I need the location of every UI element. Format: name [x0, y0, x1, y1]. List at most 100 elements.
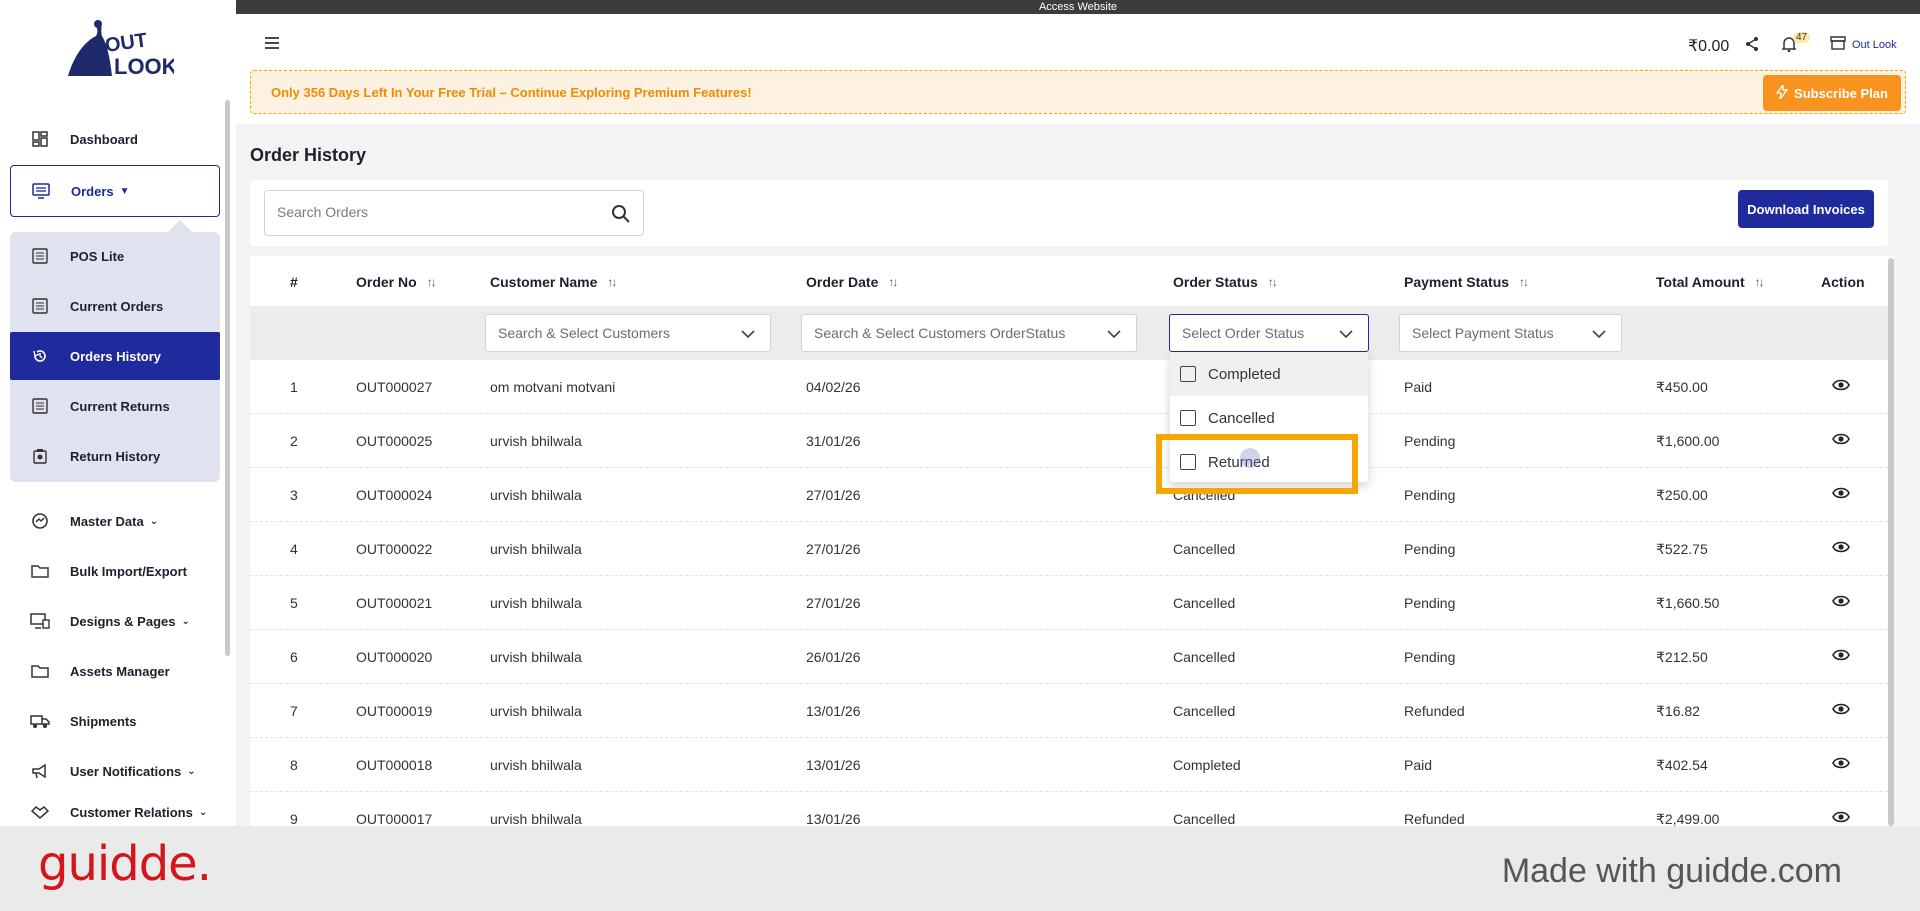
- sort-icon[interactable]: ↑↓: [427, 275, 437, 289]
- order-status-select[interactable]: Select Order Status: [1169, 314, 1369, 352]
- table-row[interactable]: 3 OUT000024 urvish bhilwala 27/01/26 Cancell…: [250, 468, 1888, 522]
- sort-icon[interactable]: ↑↓: [1268, 275, 1278, 289]
- table-row[interactable]: 9 OUT000017 urvish bhilwala 13/01/26 Cancell…: [250, 792, 1888, 826]
- sidebar-item-assets-manager[interactable]: Assets Manager: [10, 647, 220, 695]
- column-label: Customer Name: [490, 274, 598, 290]
- view-eye-icon[interactable]: [1832, 648, 1850, 665]
- view-eye-icon[interactable]: [1832, 540, 1850, 557]
- table-row[interactable]: 2 OUT000025 urvish bhilwala 31/01/26 Pending…: [250, 414, 1888, 468]
- chevron-down-icon: ⌄: [149, 515, 159, 527]
- view-eye-icon[interactable]: [1832, 756, 1850, 773]
- cell-n: 2: [290, 433, 298, 449]
- view-eye-icon[interactable]: [1832, 810, 1850, 826]
- column-header-order-no[interactable]: Order No ↑↓: [356, 274, 437, 290]
- cell-n: 9: [290, 811, 298, 826]
- sidebar-item-label: User Notifications: [70, 763, 182, 779]
- table-row[interactable]: 7 OUT000019 urvish bhilwala 13/01/26 Cancell…: [250, 684, 1888, 738]
- cell-order-no: OUT000022: [356, 541, 433, 557]
- brand-logo[interactable]: OUT LOOK: [64, 16, 178, 82]
- customer-filter-select[interactable]: Search & Select Customers: [485, 314, 771, 352]
- orders-table: # Order No ↑↓ Customer Name ↑↓ Order Date ↑…: [250, 256, 1894, 826]
- view-eye-icon[interactable]: [1832, 378, 1850, 395]
- cursor-indicator: [1240, 448, 1260, 468]
- sidebar-item-label: Orders History: [70, 348, 162, 364]
- sidebar-item-label: Return History: [70, 448, 161, 464]
- subscribe-label: Subscribe Plan: [1794, 85, 1888, 101]
- table-row[interactable]: 4 OUT000022 urvish bhilwala 27/01/26 Cancell…: [250, 522, 1888, 576]
- master-data-icon: [30, 511, 50, 531]
- option-completed[interactable]: Completed: [1170, 352, 1368, 396]
- cell-customer: urvish bhilwala: [490, 487, 582, 503]
- sort-icon[interactable]: ↑↓: [1755, 275, 1765, 289]
- cell-payment: Pending: [1404, 595, 1456, 611]
- cell-status: Completed: [1173, 757, 1241, 773]
- sidebar-item-current-returns[interactable]: Current Returns: [10, 382, 220, 430]
- sidebar-item-label: Bulk Import/Export: [70, 563, 188, 579]
- sidebar-item-return-history[interactable]: Return History: [10, 432, 220, 480]
- sidebar-item-shipments[interactable]: Shipments: [10, 697, 220, 745]
- store-icon: [1830, 36, 1846, 53]
- cell-order-no: OUT000020: [356, 649, 433, 665]
- filter-row: Search & Select Customers Search & Selec…: [250, 306, 1888, 360]
- search-box[interactable]: [264, 190, 644, 236]
- sidebar-item-master-data[interactable]: Master Data ⌄: [10, 497, 220, 545]
- hamburger-menu-icon[interactable]: [264, 36, 280, 54]
- access-website-bar[interactable]: Access Website: [236, 0, 1920, 14]
- table-row[interactable]: 5 OUT000021 urvish bhilwala 27/01/26 Cancell…: [250, 576, 1888, 630]
- cell-date: 27/01/26: [806, 595, 861, 611]
- order-status-search-select[interactable]: Search & Select Customers OrderStatus: [801, 314, 1137, 352]
- cell-date: 27/01/26: [806, 487, 861, 503]
- sidebar-item-label: Assets Manager: [70, 663, 170, 679]
- column-header-payment-status[interactable]: Payment Status ↑↓: [1404, 274, 1529, 290]
- list-icon: [30, 246, 50, 266]
- view-eye-icon[interactable]: [1832, 702, 1850, 719]
- sidebar-item-orders-history[interactable]: Orders History: [10, 332, 220, 380]
- sidebar-item-user-notifications[interactable]: User Notifications ⌄: [10, 747, 220, 795]
- view-eye-icon[interactable]: [1832, 594, 1850, 611]
- sidebar-item-customer-relations[interactable]: Customer Relations ⌄: [10, 797, 220, 827]
- sidebar-item-dashboard[interactable]: Dashboard: [10, 115, 220, 163]
- cell-customer: urvish bhilwala: [490, 433, 582, 449]
- table-row[interactable]: 8 OUT000018 urvish bhilwala 13/01/26 Complet…: [250, 738, 1888, 792]
- column-header-total-amount[interactable]: Total Amount ↑↓: [1656, 274, 1765, 290]
- download-invoices-button[interactable]: Download Invoices: [1738, 190, 1874, 228]
- sort-icon[interactable]: ↑↓: [607, 275, 617, 289]
- cell-amount: ₹402.54: [1656, 757, 1708, 773]
- sidebar-item-bulk-import-export[interactable]: Bulk Import/Export: [10, 547, 220, 595]
- column-header-order-status[interactable]: Order Status ↑↓: [1173, 274, 1278, 290]
- column-header-order-date[interactable]: Order Date ↑↓: [806, 274, 898, 290]
- table-row[interactable]: 1 OUT000027 om motvani motvani 04/02/26 Paid…: [250, 360, 1888, 414]
- access-website-link[interactable]: Access Website: [1039, 1, 1117, 13]
- subscribe-plan-button[interactable]: Subscribe Plan: [1763, 75, 1901, 111]
- sort-icon[interactable]: ↑↓: [1519, 275, 1529, 289]
- table-scrollbar[interactable]: [1888, 258, 1894, 826]
- sidebar-item-designs-pages[interactable]: Designs & Pages ⌄: [10, 597, 220, 645]
- column-label: Payment Status: [1404, 274, 1510, 290]
- cell-date: 26/01/26: [806, 649, 861, 665]
- cell-date: 13/01/26: [806, 811, 861, 826]
- wallet-balance[interactable]: ₹0.00: [1688, 36, 1729, 56]
- sidebar-scrollbar[interactable]: [225, 100, 230, 656]
- table-row[interactable]: 6 OUT000020 urvish bhilwala 26/01/26 Cancell…: [250, 630, 1888, 684]
- cell-date: 31/01/26: [806, 433, 861, 449]
- sidebar-item-orders[interactable]: Orders ▼: [10, 165, 220, 217]
- cell-status: Cancelled: [1173, 811, 1236, 826]
- search-input[interactable]: [277, 204, 597, 220]
- view-eye-icon[interactable]: [1832, 486, 1850, 503]
- sidebar-item-pos-lite[interactable]: POS Lite: [10, 232, 220, 280]
- handshake-icon: [30, 802, 50, 822]
- share-icon[interactable]: [1744, 36, 1760, 57]
- search-icon[interactable]: [611, 204, 631, 229]
- cell-customer: urvish bhilwala: [490, 757, 582, 773]
- chevron-down-icon: [740, 326, 756, 345]
- sort-icon[interactable]: ↑↓: [888, 275, 898, 289]
- checkbox[interactable]: [1180, 366, 1196, 382]
- store-switcher[interactable]: Out Look: [1830, 36, 1897, 53]
- checkbox[interactable]: [1180, 410, 1196, 426]
- trial-banner: Only 356 Days Left In Your Free Trial – …: [250, 70, 1906, 114]
- view-eye-icon[interactable]: [1832, 432, 1850, 449]
- page-title: Order History: [250, 145, 367, 165]
- sidebar-item-current-orders[interactable]: Current Orders: [10, 282, 220, 330]
- payment-status-select[interactable]: Select Payment Status: [1399, 314, 1622, 352]
- column-header-customer-name[interactable]: Customer Name ↑↓: [490, 274, 617, 290]
